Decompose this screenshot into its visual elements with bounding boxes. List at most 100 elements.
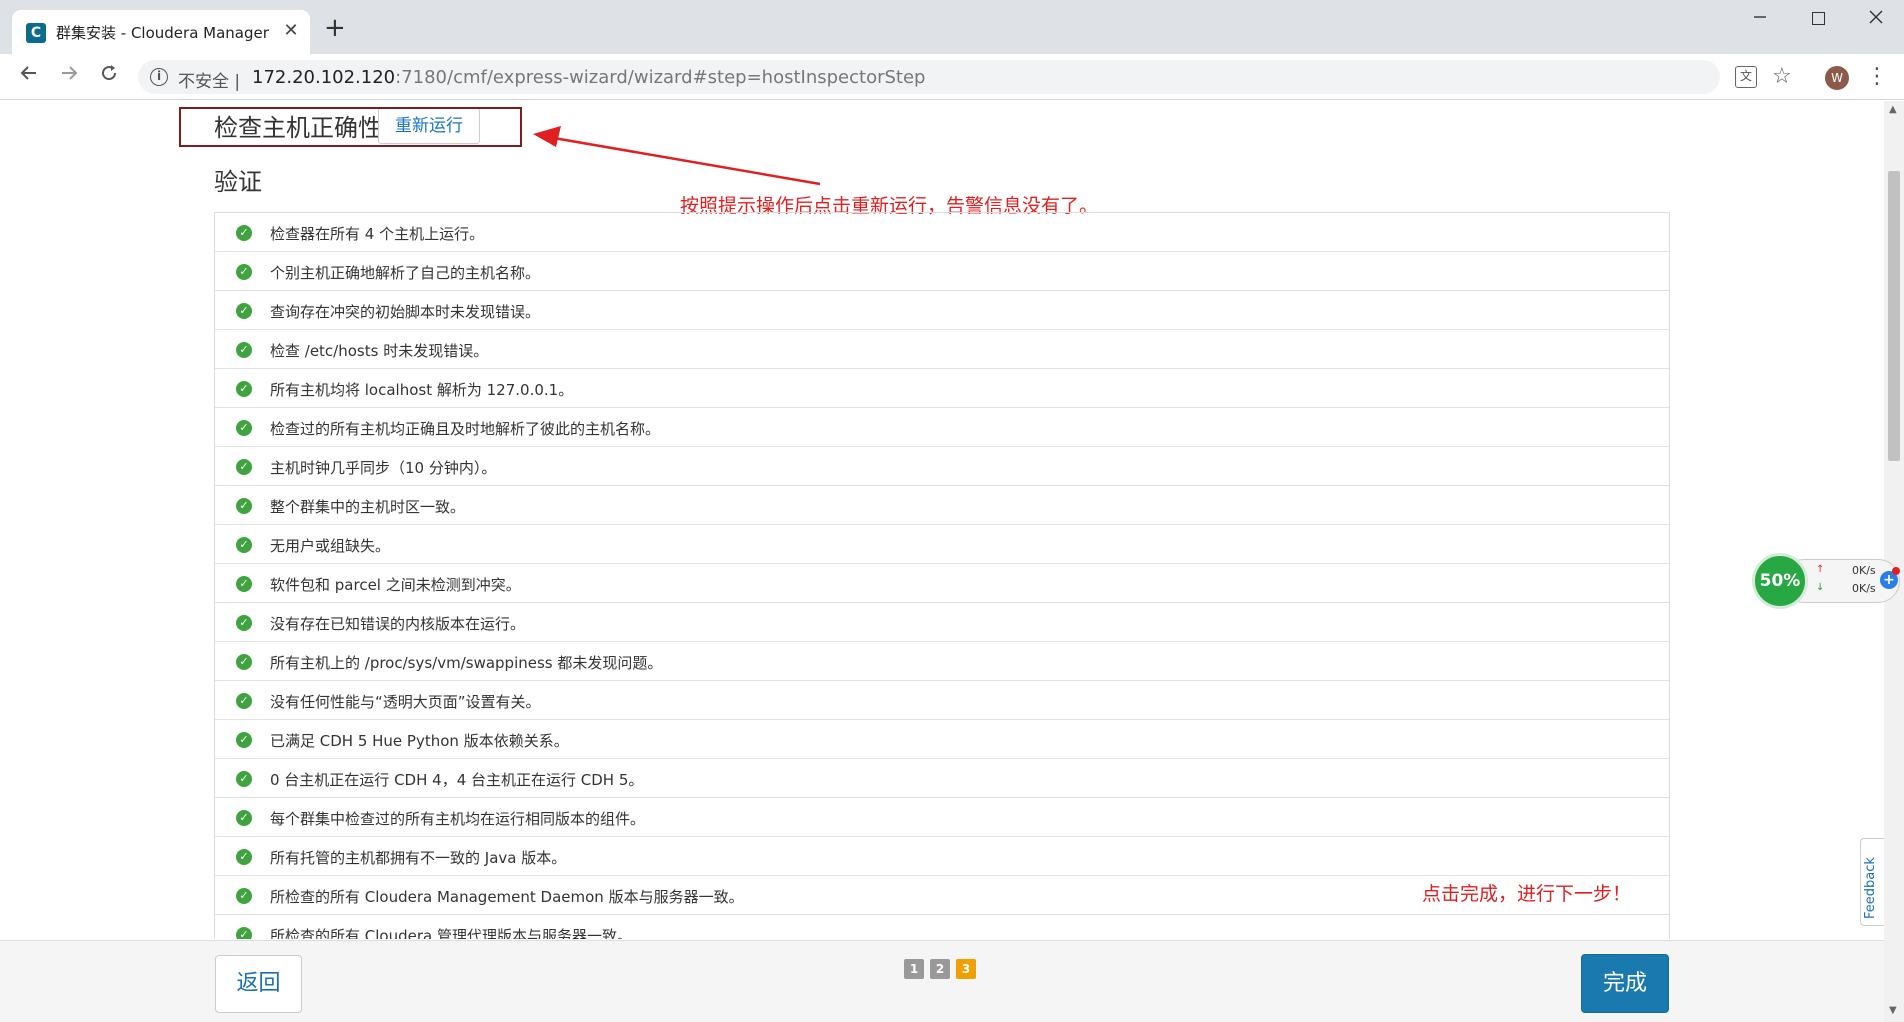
window-minimize-button[interactable] (1740, 6, 1780, 34)
check-circle-icon: ✓ (236, 810, 252, 826)
validation-row: ✓ 所检查的所有 Cloudera 管理代理版本与服务器一致。 (215, 915, 1669, 939)
check-circle-icon: ✓ (236, 381, 252, 397)
validation-row: ✓ 主机时钟几乎同步（10 分钟内）。 (215, 447, 1669, 486)
step-indicator-3: 3 (956, 959, 976, 979)
validation-row-text: 软件包和 parcel 之间未检测到冲突。 (270, 576, 521, 594)
minimize-icon (1754, 16, 1766, 18)
validation-row-text: 0 台主机正在运行 CDH 4，4 台主机正在运行 CDH 5。 (270, 771, 644, 789)
tab-close-icon[interactable]: ✕ (280, 19, 302, 43)
scrollbar-thumb[interactable] (1888, 171, 1900, 461)
validation-row-text: 所检查的所有 Cloudera 管理代理版本与服务器一致。 (270, 927, 632, 939)
validation-row: ✓ 个别主机正确地解析了自己的主机名称。 (215, 252, 1669, 291)
notification-dot-icon (1892, 567, 1900, 575)
validation-row: ✓ 查询存在冲突的初始脚本时未发现错误。 (215, 291, 1669, 330)
forward-arrow-icon[interactable] (54, 62, 84, 92)
check-circle-icon: ✓ (236, 342, 252, 358)
check-circle-icon: ✓ (236, 615, 252, 631)
check-circle-icon: ✓ (236, 303, 252, 319)
check-circle-icon: ✓ (236, 459, 252, 475)
validation-row-text: 整个群集中的主机时区一致。 (270, 498, 466, 516)
validation-row: ✓ 软件包和 parcel 之间未检测到冲突。 (215, 564, 1669, 603)
url-path: :7180/cmf/express-wizard/wizard#step=hos… (395, 67, 926, 88)
validation-row-text: 主机时钟几乎同步（10 分钟内）。 (270, 459, 497, 477)
address-bar[interactable]: i 不安全 | 172.20.102.120:7180/cmf/express-… (138, 60, 1720, 94)
wizard-footer: 返回 1 2 3 完成 (0, 940, 1884, 1022)
validation-row: ✓ 检查器在所有 4 个主机上运行。 (215, 213, 1669, 252)
validation-results-list: ✓ 检查器在所有 4 个主机上运行。 ✓ 个别主机正确地解析了自己的主机名称。 ✓ 查询存… (214, 212, 1670, 939)
validation-row: ✓ 检查过的所有主机均正确且及时地解析了彼此的主机名称。 (215, 408, 1669, 447)
validation-row: ✓ 没有存在已知错误的内核版本在运行。 (215, 603, 1669, 642)
check-circle-icon: ✓ (236, 771, 252, 787)
browser-toolbar: i 不安全 | 172.20.102.120:7180/cmf/express-… (0, 54, 1904, 100)
browser-tab[interactable]: C 群集安装 - Cloudera Manager ✕ (12, 10, 310, 54)
step-indicator-1: 1 (904, 959, 924, 979)
translate-icon[interactable]: 文 (1735, 66, 1757, 88)
validation-row-text: 查询存在冲突的初始脚本时未发现错误。 (270, 303, 541, 321)
validation-row-text: 每个群集中检查过的所有主机均在运行相同版本的组件。 (270, 810, 646, 828)
scroll-down-icon[interactable]: ▼ (1889, 1005, 1897, 1016)
annotation-finish-note: 点击完成，进行下一步！ (1422, 883, 1632, 905)
validation-row-text: 没有存在已知错误的内核版本在运行。 (270, 615, 526, 633)
validation-row-text: 已满足 CDH 5 Hue Python 版本依赖关系。 (270, 732, 569, 750)
validation-row: ✓ 无用户或组缺失。 (215, 525, 1669, 564)
feedback-label: Feedback (1863, 857, 1878, 919)
validation-row-text: 所有托管的主机都拥有不一致的 Java 版本。 (270, 849, 567, 867)
validation-row: ✓ 整个群集中的主机时区一致。 (215, 486, 1669, 525)
validation-row: ✓ 每个群集中检查过的所有主机均在运行相同版本的组件。 (215, 798, 1669, 837)
check-circle-icon: ✓ (236, 264, 252, 280)
check-circle-icon: ✓ (236, 576, 252, 592)
feedback-tab[interactable]: Feedback (1860, 838, 1884, 926)
check-circle-icon: ✓ (236, 888, 252, 904)
url-text[interactable]: 172.20.102.120:7180/cmf/express-wizard/w… (252, 67, 925, 88)
validation-row: ✓ 所有主机均将 localhost 解析为 127.0.0.1。 (215, 369, 1669, 408)
url-host: 172.20.102.120 (252, 67, 396, 88)
validation-row-text: 检查器在所有 4 个主机上运行。 (270, 225, 485, 243)
validation-row: ✓ 所有托管的主机都拥有不一致的 Java 版本。 (215, 837, 1669, 876)
validation-row-text: 无用户或组缺失。 (270, 537, 391, 555)
validation-row-text: 所检查的所有 Cloudera Management Daemon 版本与服务器… (270, 888, 744, 906)
validation-row: ✓ 检查 /etc/hosts 时未发现错误。 (215, 330, 1669, 369)
check-circle-icon: ✓ (236, 420, 252, 436)
info-icon[interactable]: i (150, 68, 168, 86)
validation-row: ✓ 所有主机上的 /proc/sys/vm/swappiness 都未发现问题。 (215, 642, 1669, 681)
forward-arrow-svg (62, 66, 78, 80)
validation-row: ✓ 已满足 CDH 5 Hue Python 版本依赖关系。 (215, 720, 1669, 759)
reload-icon[interactable] (94, 62, 124, 92)
network-speed-widget[interactable]: 50% ↑ ↓ 0K/s 0K/s + (1752, 553, 1900, 609)
browser-titlebar: C 群集安装 - Cloudera Manager ✕ + (0, 0, 1904, 54)
upload-speed: 0K/s (1852, 564, 1876, 577)
maximize-icon (1811, 12, 1825, 25)
more-menu-icon[interactable]: ⋮ (1866, 62, 1888, 92)
window-maximize-button[interactable] (1798, 6, 1838, 34)
back-button[interactable]: 返回 (215, 955, 302, 1013)
check-circle-icon: ✓ (236, 732, 252, 748)
profile-avatar[interactable]: W (1825, 66, 1849, 90)
finish-button[interactable]: 完成 (1581, 954, 1669, 1013)
cloudera-favicon-icon: C (26, 23, 46, 43)
bookmark-star-icon[interactable]: ☆ (1772, 62, 1792, 92)
close-icon (1869, 10, 1883, 24)
validation-row-text: 检查 /etc/hosts 时未发现错误。 (270, 342, 489, 360)
network-percent-gauge: 50% (1752, 553, 1808, 609)
validation-row: ✓ 0 台主机正在运行 CDH 4，4 台主机正在运行 CDH 5。 (215, 759, 1669, 798)
validation-row-text: 检查过的所有主机均正确且及时地解析了彼此的主机名称。 (270, 420, 661, 438)
upload-arrow-icon: ↑ (1816, 564, 1825, 575)
validation-row-text: 个别主机正确地解析了自己的主机名称。 (270, 264, 541, 282)
check-circle-icon: ✓ (236, 693, 252, 709)
new-tab-button[interactable]: + (324, 15, 346, 41)
back-arrow-svg (20, 66, 36, 80)
back-arrow-icon[interactable] (14, 62, 44, 92)
annotation-highlight-box (179, 107, 522, 147)
download-arrow-icon: ↓ (1816, 582, 1825, 593)
window-close-button[interactable] (1856, 6, 1896, 34)
validation-row-text: 所有主机上的 /proc/sys/vm/swappiness 都未发现问题。 (270, 654, 663, 672)
check-circle-icon: ✓ (236, 498, 252, 514)
validation-row-text: 所有主机均将 localhost 解析为 127.0.0.1。 (270, 381, 574, 399)
check-circle-icon: ✓ (236, 225, 252, 241)
step-indicator-2: 2 (930, 959, 950, 979)
scroll-up-icon[interactable]: ▲ (1889, 104, 1897, 115)
tab-title: 群集安装 - Cloudera Manager (56, 24, 269, 42)
check-circle-icon: ✓ (236, 849, 252, 865)
check-circle-icon: ✓ (236, 927, 252, 939)
check-circle-icon: ✓ (236, 654, 252, 670)
